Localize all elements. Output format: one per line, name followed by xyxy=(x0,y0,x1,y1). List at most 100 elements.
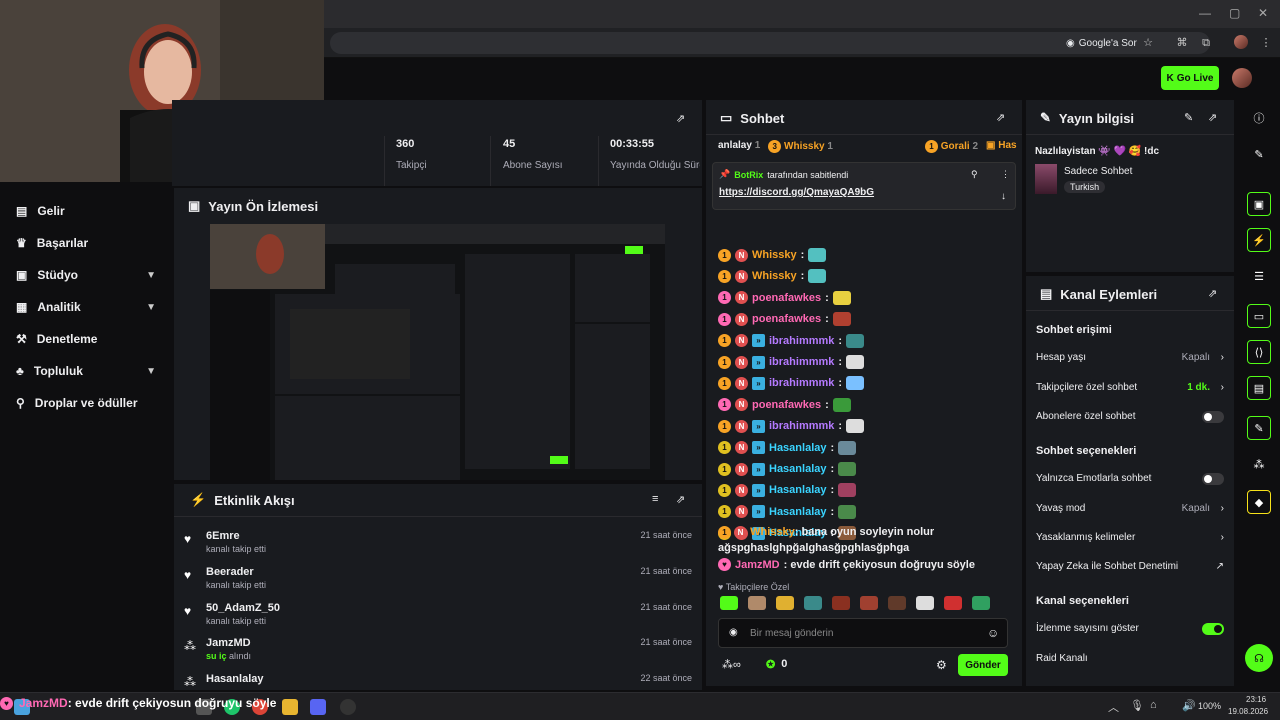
clock-date[interactable]: 19.08.2026 xyxy=(1228,707,1268,716)
actions-toggle-icon[interactable]: ▤ xyxy=(1247,376,1271,400)
pin-icon[interactable]: ⚲ xyxy=(971,169,978,180)
clock-time[interactable]: 23:16 xyxy=(1246,695,1266,704)
popout-icon[interactable]: ⇗ xyxy=(1208,111,1217,124)
popout-icon[interactable]: ⇗ xyxy=(996,111,1005,124)
sidebar-item-analytics[interactable]: ▦ Analitik ▼ xyxy=(16,300,156,314)
chat-input[interactable]: ◉ Bir mesaj gönderin ☺ xyxy=(718,618,1008,648)
emote[interactable] xyxy=(888,596,906,610)
gifter-item[interactable]: anlalay 1 xyxy=(718,140,760,153)
chat-username[interactable]: Whissky xyxy=(752,270,797,282)
send-button[interactable]: Gönder xyxy=(958,654,1008,676)
edit-icon[interactable]: ✎ xyxy=(1247,142,1271,166)
chat-username[interactable]: ibrahimmmk xyxy=(769,377,834,389)
popout-icon[interactable]: ⇗ xyxy=(676,493,685,506)
chat-settings-icon[interactable]: ◉ xyxy=(729,627,738,638)
gifter-item[interactable]: 1 Gorali 2 xyxy=(924,140,978,153)
show-viewers-toggle[interactable] xyxy=(1202,622,1224,635)
chat-toggle-icon[interactable]: ▭ xyxy=(1247,304,1271,328)
minimize-icon[interactable]: — xyxy=(1199,6,1211,20)
filter-icon[interactable]: ≡ xyxy=(652,493,658,505)
emote[interactable] xyxy=(804,596,822,610)
sidebar-item-moderation[interactable]: ⚒ Denetleme xyxy=(16,332,156,346)
chat-text: : xyxy=(830,484,835,497)
emote-only-toggle[interactable] xyxy=(1202,472,1224,485)
emote[interactable] xyxy=(832,596,850,610)
folder-icon[interactable] xyxy=(282,699,298,715)
emote[interactable] xyxy=(748,596,766,610)
chat-username[interactable]: poenafawkes xyxy=(752,399,821,411)
ai-moderation-row[interactable]: Yapay Zeka ile Sohbet Denetimi ↗ xyxy=(1036,561,1224,572)
wrench-icon[interactable]: ✎ xyxy=(1247,416,1271,440)
emote[interactable] xyxy=(776,596,794,610)
user-avatar[interactable] xyxy=(1232,68,1252,88)
lightning-icon[interactable]: ⚡ xyxy=(1247,228,1271,252)
followers-chat-row[interactable]: Takipçilere özel sohbet 1 dk. › xyxy=(1036,382,1224,393)
slow-mode-row[interactable]: Yavaş mod Kapalı › xyxy=(1036,503,1224,514)
category-name[interactable]: Sadece Sohbet xyxy=(1064,166,1132,177)
tray-expand-icon[interactable]: ︿ xyxy=(1108,699,1119,715)
list-icon[interactable]: ☰ xyxy=(1247,264,1271,288)
banned-words-row[interactable]: Yasaklanmış kelimeler › xyxy=(1036,532,1224,543)
gifter-item[interactable]: ▣ Has xyxy=(986,140,1017,153)
preview-toggle-icon[interactable]: ▣ xyxy=(1247,192,1271,216)
emote[interactable] xyxy=(916,596,934,610)
emote[interactable] xyxy=(720,596,738,610)
browser-profile-avatar[interactable] xyxy=(1234,35,1248,49)
subs-chat-toggle[interactable] xyxy=(1202,410,1224,423)
rewards-icon[interactable]: ⁂∞ xyxy=(722,658,741,671)
reward-icon: ⁂ xyxy=(184,675,196,689)
chat-username[interactable]: poenafawkes xyxy=(752,313,821,325)
rewards-icon[interactable]: ⁂ xyxy=(1247,452,1271,476)
tag-chip[interactable]: Turkish xyxy=(1064,181,1106,193)
popout-icon[interactable]: ⇗ xyxy=(1208,287,1217,300)
vpn-icon[interactable]: ⌘ xyxy=(1174,35,1190,51)
expand-icon[interactable]: ↓ xyxy=(1001,191,1006,202)
sidebar-item-community[interactable]: ♣ Topluluk ▼ xyxy=(16,364,156,378)
info-icon[interactable]: ⓘ xyxy=(1247,106,1271,130)
emote[interactable] xyxy=(944,596,962,610)
browser-menu-icon[interactable]: ⋮ xyxy=(1258,35,1274,51)
chat-username[interactable]: Hasanlalay xyxy=(769,506,826,518)
sidebar-item-drops[interactable]: ⚲ Droplar ve ödüller xyxy=(16,396,156,410)
network-icon[interactable]: ⌂ xyxy=(1150,699,1157,711)
emoji-icon[interactable]: ☺ xyxy=(987,626,999,640)
channel-points[interactable]: ✪ 0 xyxy=(766,658,787,671)
stream-preview-video[interactable] xyxy=(210,224,665,480)
maximize-icon[interactable]: ▢ xyxy=(1229,6,1240,20)
account-age-row[interactable]: Hesap yaşı Kapalı › xyxy=(1036,352,1224,363)
popout-icon[interactable]: ⇗ xyxy=(676,112,685,125)
go-live-button[interactable]: K Go Live xyxy=(1161,66,1219,90)
emote[interactable] xyxy=(860,596,878,610)
chat-username[interactable]: poenafawkes xyxy=(752,292,821,304)
volume-icon[interactable]: 🔊 xyxy=(1182,699,1196,712)
extensions-icon[interactable]: ⧉ xyxy=(1198,35,1214,51)
chat-username[interactable]: Hasanlalay xyxy=(769,442,826,454)
sidebar-item-studio[interactable]: ▣ Stüdyo ▼ xyxy=(16,268,156,282)
close-icon[interactable]: ✕ xyxy=(1258,6,1268,20)
chat-username[interactable]: Hasanlalay xyxy=(769,463,826,475)
pinned-link[interactable]: https://discord.gg/QmayaQA9bG xyxy=(719,187,874,198)
support-icon[interactable]: ☊ xyxy=(1245,644,1273,672)
edit-icon[interactable]: ✎ xyxy=(1184,111,1193,124)
raid-row[interactable]: Raid Kanalı xyxy=(1036,653,1224,664)
google-ask-button[interactable]: ◉ Google'a Sor xyxy=(1060,35,1143,51)
chat-username[interactable]: ibrahimmmk xyxy=(769,356,834,368)
embed-icon[interactable]: ⟨⟩ xyxy=(1247,340,1271,364)
gifter-item[interactable]: 3 Whissky 1 xyxy=(768,140,833,153)
obs-icon[interactable] xyxy=(340,699,356,715)
mic-icon[interactable]: 🎙 xyxy=(1130,699,1144,712)
bookmark-star-icon[interactable]: ☆ xyxy=(1140,35,1156,51)
gear-icon[interactable]: ⚙ xyxy=(936,658,947,672)
vip-badge: N xyxy=(735,376,748,390)
chat-username[interactable]: ibrahimmmk xyxy=(769,335,834,347)
emote[interactable] xyxy=(972,596,990,610)
chat-username[interactable]: ibrahimmmk xyxy=(769,420,834,432)
diamond-icon[interactable]: ◆ xyxy=(1247,490,1271,514)
chevron-right-icon: › xyxy=(1220,503,1224,514)
discord-icon[interactable] xyxy=(310,699,326,715)
sidebar-item-achievements[interactable]: ♛ Başarılar xyxy=(16,236,156,250)
chat-username[interactable]: Hasanlalay xyxy=(769,484,826,496)
sidebar-item-revenue[interactable]: ▤ Gelir xyxy=(16,204,156,218)
more-options-icon[interactable]: ⋮ xyxy=(1001,169,1010,180)
chat-username[interactable]: Whissky xyxy=(752,249,797,261)
